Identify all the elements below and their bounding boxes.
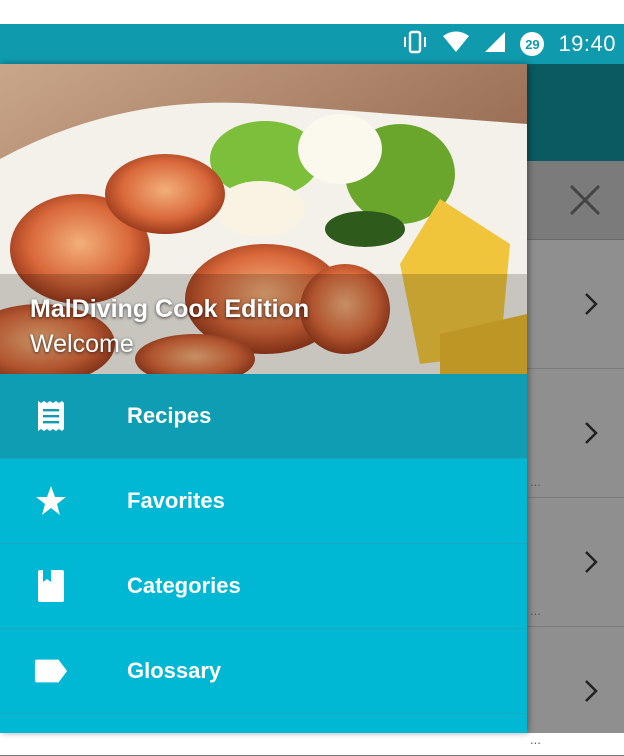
status-bar: 29 19:40 [0, 24, 624, 64]
wifi-icon [442, 31, 470, 58]
drawer-item-recipes[interactable]: Recipes [0, 374, 527, 459]
row-truncation: ... [530, 474, 541, 489]
chevron-right-icon [584, 421, 598, 450]
drawer-item-favorites[interactable]: Favorites [0, 459, 527, 544]
drawer-item-categories[interactable]: Categories [0, 544, 527, 629]
row-truncation: ... [530, 603, 541, 618]
vibrate-icon [402, 30, 428, 59]
notification-count-icon: 29 [520, 32, 545, 56]
bookmark-book-icon [34, 569, 68, 603]
drawer-item-glossary[interactable]: Glossary [0, 629, 527, 714]
navigation-drawer: MalDiving Cook Edition Welcome Recipes F… [0, 64, 527, 733]
drawer-header: MalDiving Cook Edition Welcome [0, 64, 527, 374]
row-truncation: ... [530, 732, 541, 747]
receipt-icon [34, 399, 68, 433]
app-title: MalDiving Cook Edition [30, 295, 310, 323]
chevron-right-icon [584, 550, 598, 579]
welcome-text: Welcome [30, 330, 134, 358]
drawer-item-label: Recipes [127, 403, 212, 428]
chevron-right-icon [584, 292, 598, 321]
status-time: 19:40 [558, 31, 616, 56]
star-icon [34, 484, 68, 518]
chevron-right-icon [584, 679, 598, 708]
drawer-menu: Recipes Favorites Categories Glossary [0, 374, 527, 714]
close-icon[interactable] [568, 183, 602, 217]
drawer-item-label: Categories [127, 573, 241, 598]
header-food-image [0, 64, 527, 374]
label-tag-icon [34, 654, 68, 688]
status-icons: 29 19:40 [402, 24, 616, 64]
drawer-item-label: Favorites [127, 488, 225, 513]
drawer-item-label: Glossary [127, 658, 222, 683]
cell-signal-icon [484, 31, 506, 58]
